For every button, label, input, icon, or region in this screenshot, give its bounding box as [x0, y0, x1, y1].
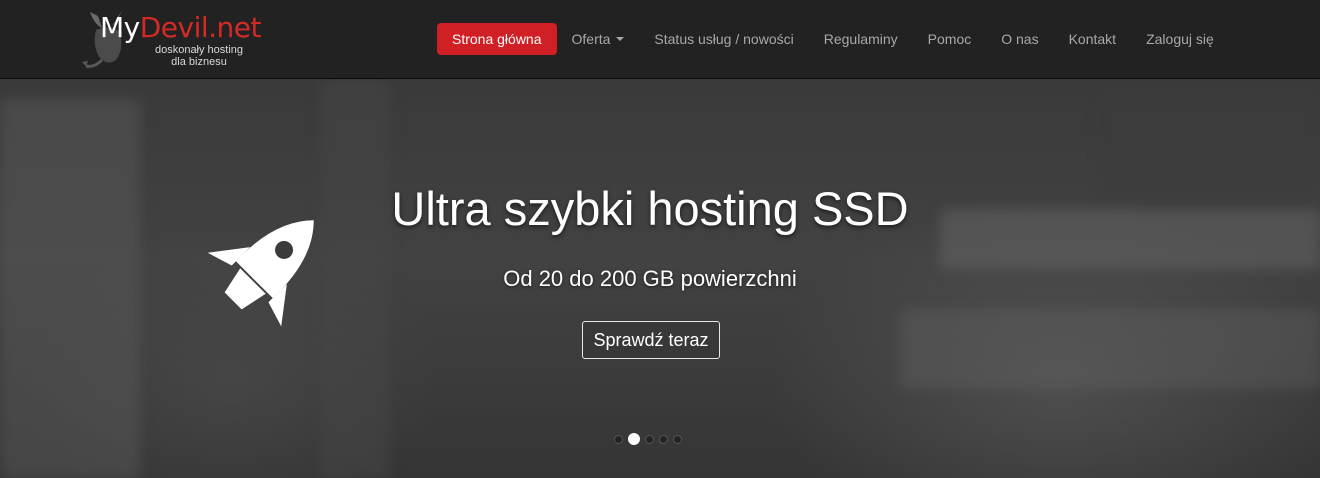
- logo-devil-text: Devil.net: [139, 11, 262, 44]
- nav-item-offer[interactable]: Oferta: [557, 23, 640, 55]
- background-shape: [0, 99, 140, 478]
- nav-item-label: Regulaminy: [823, 31, 898, 47]
- nav-item-regulations[interactable]: Regulaminy: [809, 23, 913, 55]
- carousel-dot-active[interactable]: [628, 433, 640, 445]
- nav-item-login[interactable]: Zaloguj się: [1131, 23, 1229, 55]
- logo-tagline: doskonały hosting dla biznesu: [144, 44, 254, 68]
- carousel-dot[interactable]: [673, 434, 682, 444]
- nav-item-label: Kontakt: [1068, 31, 1117, 47]
- nav-item-status[interactable]: Status usług / nowości: [639, 23, 808, 55]
- hero-title: Ultra szybki hosting SSD: [391, 182, 909, 235]
- nav-item-label: Pomoc: [927, 31, 972, 47]
- nav-item-label: Zaloguj się: [1146, 31, 1214, 47]
- main-nav: Strona główna Oferta Status usług / nowo…: [437, 23, 1229, 55]
- logo-tagline-line2: dla biznesu: [171, 56, 227, 68]
- nav-item-label: Strona główna: [452, 31, 542, 47]
- nav-item-home[interactable]: Strona główna: [437, 23, 557, 55]
- logo-my-text: My: [100, 11, 140, 44]
- logo-wordmark: MyDevil.net: [100, 11, 262, 44]
- nav-item-about[interactable]: O nas: [986, 23, 1053, 55]
- logo-tagline-line1: doskonały hosting: [154, 44, 244, 56]
- chevron-down-icon: [616, 37, 625, 41]
- carousel-indicators: [614, 433, 682, 445]
- site-logo[interactable]: MyDevil.net doskonały hosting dla biznes…: [82, 4, 262, 74]
- carousel-dot[interactable]: [614, 434, 623, 444]
- nav-item-label: O nas: [1001, 31, 1039, 47]
- background-shape: [900, 309, 1320, 389]
- carousel-dot[interactable]: [659, 434, 668, 444]
- check-now-button[interactable]: Sprawdź teraz: [582, 321, 720, 359]
- top-navbar: MyDevil.net doskonały hosting dla biznes…: [0, 0, 1320, 79]
- background-shape: [1100, 79, 1320, 199]
- hero-subtitle: Od 20 do 200 GB powierzchni: [503, 266, 797, 291]
- nav-item-label: Oferta: [571, 31, 611, 47]
- carousel-dot[interactable]: [645, 434, 654, 444]
- hero-carousel: Ultra szybki hosting SSD Od 20 do 200 GB…: [0, 79, 1320, 478]
- nav-item-help[interactable]: Pomoc: [913, 23, 987, 55]
- nav-item-label: Status usług / nowości: [654, 31, 794, 47]
- nav-item-contact[interactable]: Kontakt: [1054, 23, 1131, 55]
